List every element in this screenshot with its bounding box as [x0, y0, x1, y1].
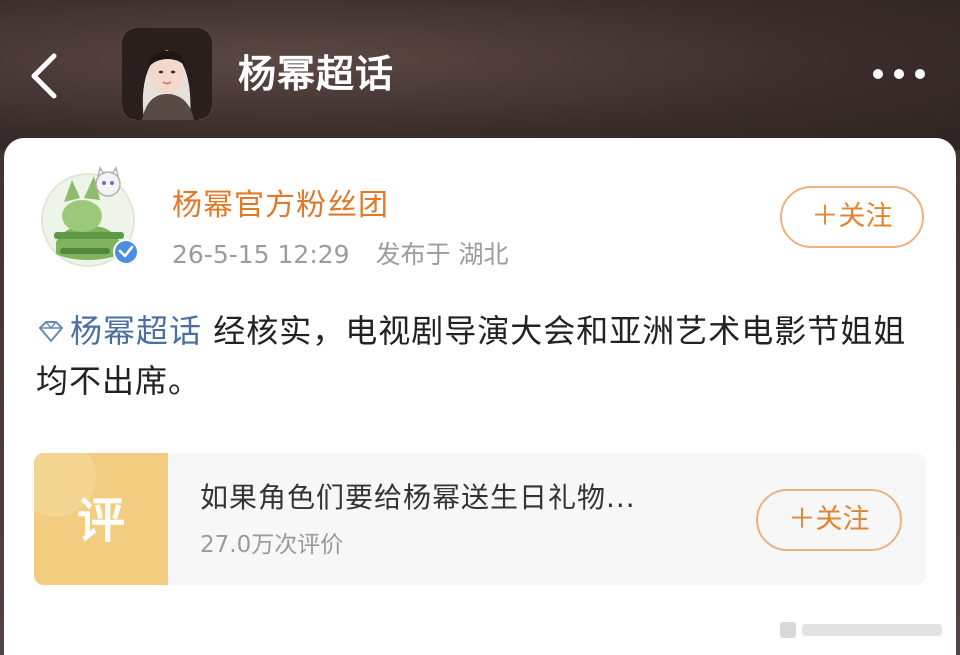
- topic-header: 杨幂超话: [0, 0, 960, 150]
- review-follow-button[interactable]: ＋关注: [756, 489, 902, 551]
- review-title: 如果角色们要给杨幂送生日礼物...: [200, 481, 636, 514]
- page-title: 杨幂超话: [238, 52, 395, 96]
- more-button[interactable]: [868, 60, 930, 88]
- post-meta: 26-5-15 12:29 发布于 湖北: [172, 238, 526, 272]
- review-count: 27.0万次评价: [200, 532, 344, 558]
- verified-badge-icon: [115, 241, 137, 263]
- watermark: [780, 618, 950, 642]
- author-name[interactable]: 杨幂官方粉丝团: [172, 186, 389, 226]
- topic-label: 杨幂超话: [70, 312, 203, 350]
- review-glyph: 评: [77, 493, 125, 549]
- review-thumbnail: 评: [34, 453, 168, 585]
- review-icon: 评: [34, 453, 168, 585]
- topic-link[interactable]: 杨幂超话: [36, 312, 202, 350]
- author-avatar[interactable]: [34, 158, 146, 270]
- post-timestamp: 26-5-15 12:29: [172, 240, 350, 269]
- post-card: 杨幂官方粉丝团 26-5-15 12:29 发布于 湖北 ＋关注 杨幂超话 经核…: [4, 138, 956, 655]
- post-body: 杨幂超话 经核实，电视剧导演大会和亚洲艺术电影节姐姐均不出席。: [36, 306, 916, 406]
- diamond-icon: [36, 320, 66, 344]
- ellipsis-horizontal-icon: [873, 69, 925, 79]
- screen: 杨幂超话 杨幂官方粉丝团 26-5-15 12:29 发布于 湖北 ＋关注 杨幂…: [0, 0, 960, 655]
- post-location: 发布于 湖北: [375, 240, 509, 269]
- follow-button[interactable]: ＋关注: [780, 186, 924, 248]
- review-card[interactable]: 评 如果角色们要给杨幂送生日礼物... 27.0万次评价 ＋关注: [34, 453, 926, 585]
- chevron-left-icon: [31, 53, 57, 99]
- topic-avatar-image: [122, 28, 212, 120]
- back-button[interactable]: [24, 48, 64, 104]
- topic-avatar[interactable]: [122, 28, 212, 120]
- fan-club-logo: [41, 166, 139, 267]
